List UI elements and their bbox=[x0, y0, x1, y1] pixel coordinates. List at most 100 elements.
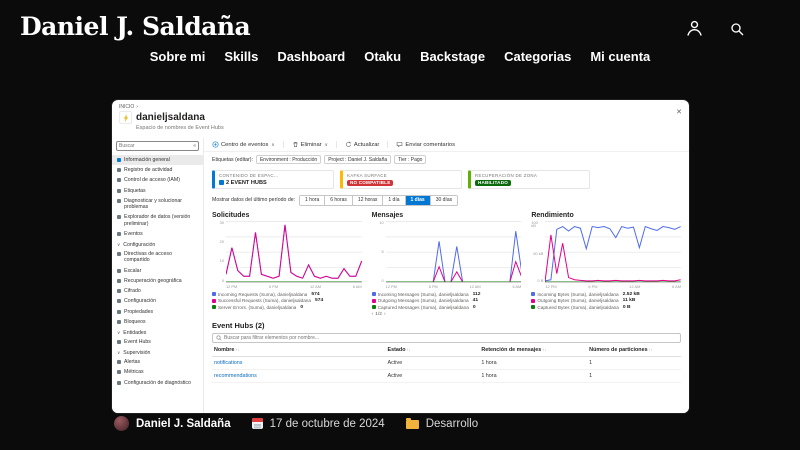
nav-item-sobre-mi[interactable]: Sobre mi bbox=[150, 49, 206, 64]
sidebar-item-recuperaci-n-geogr-fica[interactable]: Recuperación geográfica bbox=[112, 276, 203, 286]
sidebar-item-label: Etiquetas bbox=[124, 188, 146, 194]
event-hubs-search-input[interactable] bbox=[224, 335, 677, 341]
x-tick-label: 12 PM bbox=[545, 284, 556, 289]
post-date: 17 de octubre de 2024 bbox=[270, 418, 385, 430]
sidebar-item-label: Event Hubs bbox=[124, 339, 151, 345]
sidebar-search-input[interactable] bbox=[119, 143, 191, 149]
sidebar-section-supervisi-n[interactable]: ∨Supervisión bbox=[112, 347, 203, 357]
y-axis-labels: 3020100 bbox=[212, 221, 226, 283]
sidebar-item-cifrado[interactable]: Cifrado bbox=[112, 286, 203, 296]
period-filter: Mostrar datos del último período de: 1 h… bbox=[204, 193, 689, 209]
tag-chip-project-daniel-j-salda-a[interactable]: Project : Daniel J. Saldaña bbox=[324, 155, 391, 164]
tags-chips: Environment : ProducciónProject : Daniel… bbox=[256, 155, 426, 164]
hub-name-link[interactable]: notifications bbox=[214, 360, 242, 366]
sidebar-item-configuraci-n[interactable]: Configuración bbox=[112, 296, 203, 306]
toolbar-label: Enviar comentarios bbox=[405, 142, 455, 148]
legend-item: Outgoing Bytes (Suma), danieljsaldana11 … bbox=[531, 298, 681, 303]
event-hubs-search[interactable] bbox=[212, 333, 681, 343]
sidebar-item-m-tricas[interactable]: Métricas bbox=[112, 367, 203, 377]
sidebar-item-event-hubs[interactable]: Event Hubs bbox=[112, 337, 203, 347]
toolbar-actualizar[interactable]: Actualizar bbox=[336, 141, 379, 148]
period-1-hora[interactable]: 1 hora bbox=[300, 196, 325, 205]
prev-icon[interactable]: ‹ bbox=[372, 312, 374, 317]
status-badge: HABILITADO bbox=[475, 180, 511, 186]
y-tick-label: 10 bbox=[379, 221, 383, 225]
table-body: notificationsActive1 hora1recommendation… bbox=[212, 356, 681, 382]
period-1-d-a[interactable]: 1 día bbox=[383, 196, 405, 205]
next-icon[interactable]: › bbox=[384, 312, 386, 317]
sidebar-item-configuraci-n-de-diagn-stico[interactable]: Configuración de diagnóstico bbox=[112, 378, 203, 388]
profile-icon[interactable] bbox=[684, 18, 705, 39]
tags-label[interactable]: Etiquetas (editar): bbox=[212, 157, 253, 163]
event-hubs-title: Event Hubs (2) bbox=[212, 321, 681, 330]
sidebar-item-escalar[interactable]: Escalar bbox=[112, 266, 203, 276]
cell: 1 bbox=[587, 369, 681, 382]
hub-name-link[interactable]: recommendations bbox=[214, 373, 257, 379]
post-category[interactable]: Desarrollo bbox=[426, 418, 478, 430]
author-name[interactable]: Daniel J. Saldaña bbox=[136, 418, 231, 430]
period-6-horas[interactable]: 6 horas bbox=[325, 196, 353, 205]
trash-icon bbox=[292, 141, 299, 148]
sidebar-item-informaci-n-general[interactable]: Información general bbox=[112, 155, 203, 165]
y-tick-label: 50 kB bbox=[533, 252, 543, 256]
table-row: recommendationsActive1 hora1 bbox=[212, 369, 681, 382]
portal-toolbar: Centro de eventos∨ Eliminar∨ Actualizar Env… bbox=[204, 138, 689, 152]
close-icon[interactable]: ✕ bbox=[676, 108, 682, 116]
toolbar-eliminar[interactable]: Eliminar∨ bbox=[283, 141, 328, 148]
nav-item-categorias[interactable]: Categorias bbox=[504, 49, 571, 64]
sidebar-item-etiquetas[interactable]: Etiquetas bbox=[112, 186, 203, 196]
sidebar-item-label: Escalar bbox=[124, 268, 141, 274]
sidebar-item-alertas[interactable]: Alertas bbox=[112, 357, 203, 367]
cell: Active bbox=[386, 356, 480, 369]
sidebar-item-explorador-de-datos-versi-n-preliminar[interactable]: Explorador de datos (versión preliminar) bbox=[112, 212, 203, 228]
sidebar-item-control-de-acceso-iam[interactable]: Control de acceso (IAM) bbox=[112, 175, 203, 185]
column-header-nombre[interactable]: Nombre↑↓ bbox=[212, 345, 386, 357]
info-box-contenido-de-espac: CONTENIDO DE ESPAC...2 EVENT HUBS bbox=[212, 170, 334, 189]
tag-chip-tier-pago[interactable]: Tier : Pago bbox=[394, 155, 426, 164]
column-header-retenci-n-de-mensajes[interactable]: Retención de mensajes↑↓ bbox=[479, 345, 587, 357]
sidebar-item-diagnosticar-y-solucionar-problemas[interactable]: Diagnosticar y solucionar problemas bbox=[112, 196, 203, 212]
sidebar-section-entidades[interactable]: ∨Entidades bbox=[112, 327, 203, 337]
search-icon[interactable] bbox=[729, 21, 745, 37]
column-label: Retención de mensajes bbox=[481, 347, 541, 353]
toolbar-centro-de-eventos[interactable]: Centro de eventos∨ bbox=[212, 141, 275, 148]
charts-row: Solicitudes302010012 PM6 PM12 AM6 AMInco… bbox=[204, 209, 689, 317]
sidebar-section-configuraci-n[interactable]: ∨Configuración bbox=[112, 239, 203, 249]
site-logo[interactable]: Daniel J. Saldaña bbox=[20, 12, 250, 41]
sidebar-item-registro-de-actividad[interactable]: Registro de actividad bbox=[112, 165, 203, 175]
nav-item-otaku[interactable]: Otaku bbox=[364, 49, 401, 64]
chart-solicitudes: Solicitudes302010012 PM6 PM12 AM6 AMInco… bbox=[212, 212, 362, 317]
chart-mensajes: Mensajes105012 PM6 PM12 AM6 AMIncoming M… bbox=[372, 212, 522, 317]
toolbar-enviar-comentarios[interactable]: Enviar comentarios bbox=[387, 141, 455, 148]
sidebar-item-bloqueos[interactable]: Bloqueos bbox=[112, 317, 203, 327]
breadcrumb-text[interactable]: INICIO bbox=[119, 104, 134, 110]
y-tick-label: 0 bbox=[382, 279, 384, 283]
nav-item-dashboard[interactable]: Dashboard bbox=[277, 49, 345, 64]
legend-label: Successful Requests (Suma), danieljsalda… bbox=[218, 298, 311, 303]
column-header-estado[interactable]: Estado↑↓ bbox=[386, 345, 480, 357]
screenshot-azure-portal: INICIO › danieljsaldana ✕ Espacio de nom… bbox=[112, 100, 689, 413]
tag-chip-environment-producci-n[interactable]: Environment : Producción bbox=[256, 155, 321, 164]
nav-item-skills[interactable]: Skills bbox=[224, 49, 258, 64]
nav-item-mi-cuenta[interactable]: Mi cuenta bbox=[590, 49, 650, 64]
avatar[interactable] bbox=[114, 416, 129, 431]
toolbar-label: Eliminar bbox=[301, 142, 322, 148]
sidebar-item-label: Configuración bbox=[124, 298, 156, 304]
chevron-down-icon: ∨ bbox=[117, 331, 120, 336]
nav-item-backstage[interactable]: Backstage bbox=[420, 49, 485, 64]
collapse-icon[interactable]: « bbox=[193, 144, 196, 149]
period-12-horas[interactable]: 12 horas bbox=[353, 196, 383, 205]
legend-pager[interactable]: ‹1/2› bbox=[372, 312, 522, 317]
period-1-d-as[interactable]: 1 días bbox=[406, 196, 431, 205]
sidebar-item-eventos[interactable]: Eventos bbox=[112, 229, 203, 239]
legend-value: 0 bbox=[300, 305, 303, 310]
column-header-n-mero-de-particiones[interactable]: Número de particiones↑↓ bbox=[587, 345, 681, 357]
sidebar-item-propiedades[interactable]: Propiedades bbox=[112, 307, 203, 317]
column-label: Número de particiones bbox=[589, 347, 647, 353]
sidebar-item-label: Recuperación geográfica bbox=[124, 278, 182, 284]
legend-label: Incoming Requests (Suma), danieljsaldana bbox=[218, 292, 307, 297]
period-30-d-as[interactable]: 30 días bbox=[431, 196, 457, 205]
sidebar-item-directivas-de-acceso-compartido[interactable]: Directivas de acceso compartido bbox=[112, 249, 203, 265]
sidebar-search[interactable]: « bbox=[116, 141, 199, 151]
chart-title: Solicitudes bbox=[212, 212, 362, 219]
